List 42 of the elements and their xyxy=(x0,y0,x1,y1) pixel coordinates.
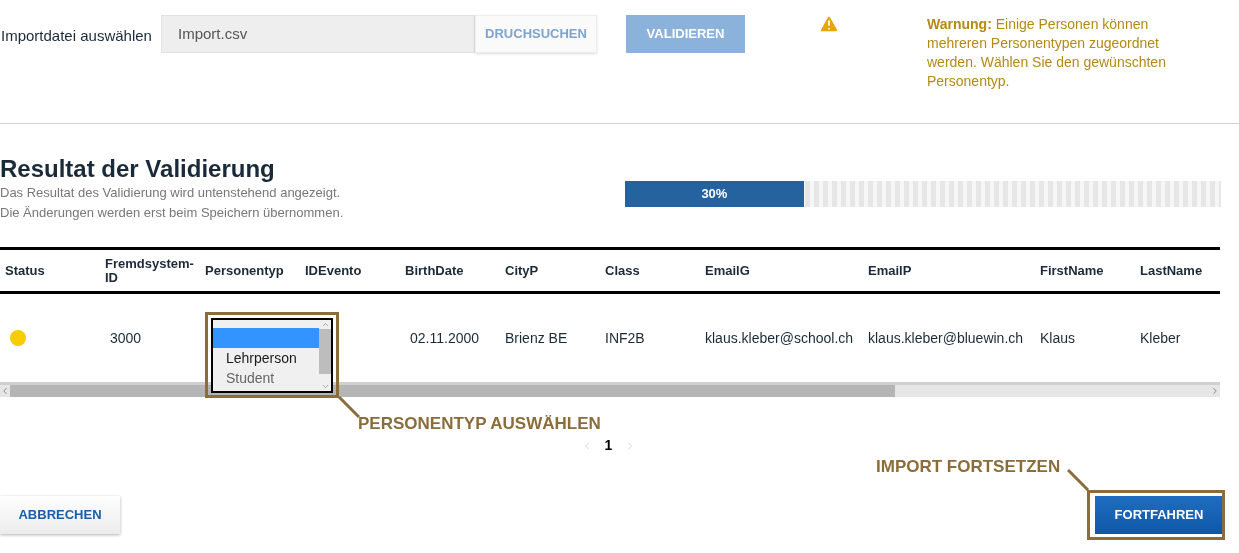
leader-line xyxy=(1067,469,1089,491)
table-cell: 02.11.2000 xyxy=(410,330,480,346)
progress-label: 30% xyxy=(701,185,728,204)
column-header: EmailP xyxy=(868,263,913,278)
section-description: Die Änderungen werden erst beim Speichern übernommen. xyxy=(0,204,345,222)
scroll-up-icon[interactable] xyxy=(320,320,330,329)
section-description: Das Resultat des Validierung wird untenstehend angezeigt. xyxy=(0,184,342,202)
table-cell: Klaus xyxy=(1040,330,1076,346)
column-header: LastName xyxy=(1140,263,1204,278)
cancel-button[interactable]: ABBRECHEN xyxy=(0,496,120,534)
table-cell: 3000 xyxy=(110,330,142,346)
leader-line xyxy=(338,396,360,418)
section-title: Resultat der Validierung xyxy=(0,155,276,183)
file-input-field[interactable]: Import.csv xyxy=(161,15,475,53)
page-number[interactable]: 1 xyxy=(604,435,613,456)
annotation-label: PERSONENTYP AUSWÄHLEN xyxy=(358,413,601,435)
scroll-left-icon[interactable] xyxy=(0,386,10,396)
scroll-down-icon[interactable] xyxy=(320,382,330,391)
table-cell: klaus.kleber@bluewin.ch xyxy=(868,330,1024,346)
listbox-option[interactable]: Lehrperson xyxy=(213,348,319,368)
column-header: IDEvento xyxy=(305,263,363,278)
listbox-scrollbar[interactable] xyxy=(319,320,331,391)
warning-icon xyxy=(818,13,840,35)
column-header: FirstName xyxy=(1040,263,1105,278)
column-header: Fremdsystem-ID xyxy=(105,256,195,285)
scroll-right-icon[interactable] xyxy=(1210,386,1220,396)
annotation-label: IMPORT FORTSETZEN xyxy=(876,456,1061,478)
table-cell: Kleber xyxy=(1140,330,1181,346)
horizontal-scrollbar[interactable] xyxy=(0,382,1220,397)
listbox-option[interactable] xyxy=(213,328,319,348)
table-cell: INF2B xyxy=(605,330,645,346)
column-header: BirthDate xyxy=(405,263,465,278)
continue-button[interactable]: FORTFAHREN xyxy=(1095,496,1223,534)
column-header: EmailG xyxy=(705,263,751,278)
table-cell: klaus.kleber@school.ch xyxy=(705,330,854,346)
column-header: Personentyp xyxy=(205,263,285,278)
warning-message: Warnung: Einige Personen können mehreren Personentypen zugeordnet werden. Wählen Sie den gewünschten Personentyp. xyxy=(927,15,1167,91)
column-header: CityP xyxy=(505,263,540,278)
table-cell: Brienz BE xyxy=(505,330,568,346)
field-label: Importdatei auswählen xyxy=(1,26,153,46)
column-header: Status xyxy=(5,263,46,278)
column-header: Class xyxy=(605,263,641,278)
